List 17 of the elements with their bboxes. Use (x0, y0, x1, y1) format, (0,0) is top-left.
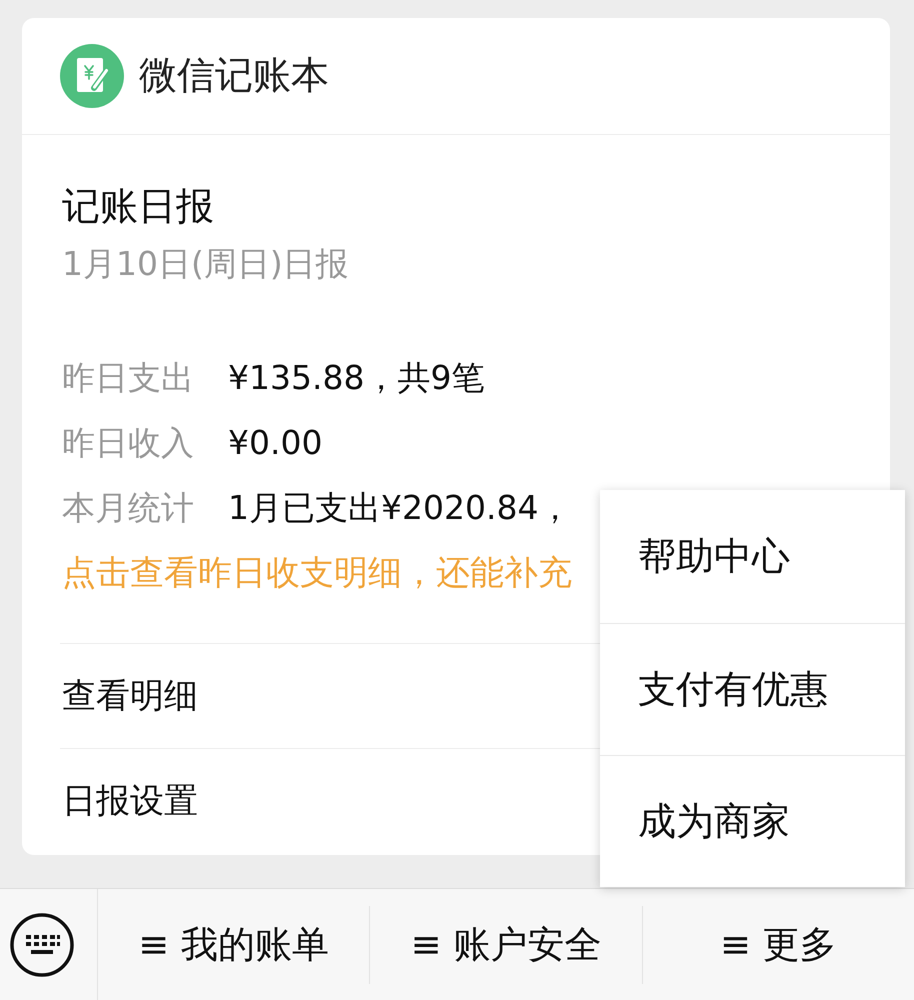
menu-tab[interactable]: ≡ 账户安全 (369, 906, 642, 984)
stat-value: ¥0.00 (228, 422, 322, 464)
stat-value: ¥135.88，共9笔 (228, 356, 484, 399)
popup-menu-item[interactable]: 成为商家 (600, 755, 905, 887)
report-date: 1月10日(周日)日报 (62, 244, 350, 284)
stat-label: 昨日收入 (62, 422, 195, 464)
stat-label: 本月统计 (62, 486, 195, 529)
menu-tab[interactable]: ≡ 我的账单 (98, 906, 370, 984)
menu-tab[interactable]: ≡ 更多 (642, 906, 914, 984)
ledger-logo-icon (60, 44, 124, 108)
report-title: 记账日报 (62, 183, 215, 230)
popup-menu-item[interactable]: 支付有优惠 (600, 623, 905, 755)
stat-label: 昨日支出 (62, 356, 195, 399)
app-title: 微信记账本 (139, 53, 329, 99)
popup-menu-item[interactable]: 帮助中心 (600, 490, 905, 623)
stat-value: 1月已支出¥2020.84， (228, 486, 572, 529)
keyboard-icon[interactable] (10, 912, 74, 976)
